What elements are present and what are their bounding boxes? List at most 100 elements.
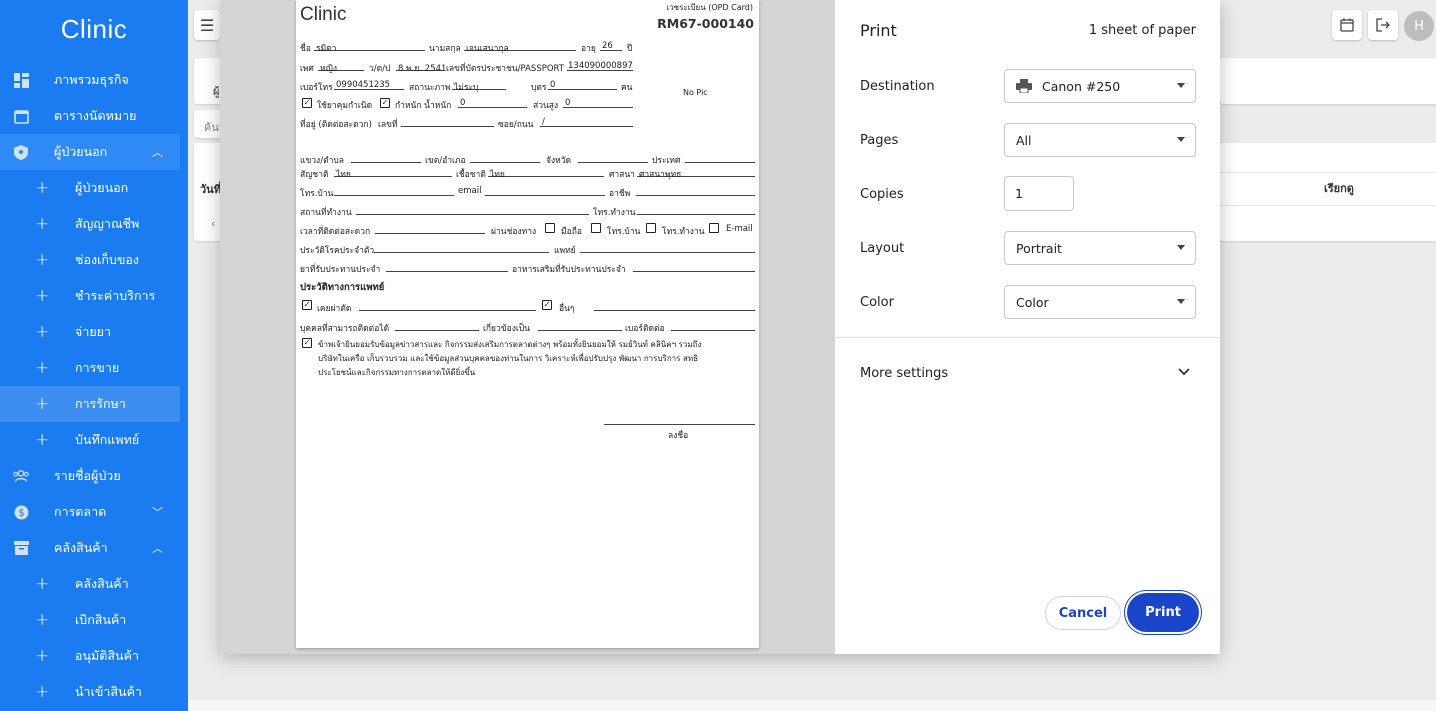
sidebar-item-inventory-group[interactable]: คลังสินค้า ︿ [0, 530, 180, 566]
color-label: Color [860, 295, 894, 310]
field-label: ประเทศ [652, 156, 681, 166]
color-select[interactable]: Color [1004, 285, 1196, 319]
sidebar-item-vital-signs[interactable]: + สัญญาณชีพ [0, 206, 180, 242]
sidebar-item-outpatient-group[interactable]: ผู้ป่วยนอก ︿ [0, 134, 180, 170]
field-value: 0 [460, 98, 466, 108]
more-settings-toggle[interactable]: More settings [860, 366, 948, 381]
checkbox-unchecked [709, 223, 719, 233]
chevron-up-icon: ︿ [152, 146, 163, 159]
pages-select[interactable]: All [1004, 123, 1196, 157]
sheet-count: 1 sheet of paper [1088, 23, 1196, 38]
field-value: หญิง [320, 64, 337, 74]
sidebar-item-label: ผู้ป่วยนอก [75, 180, 129, 195]
checkbox-checked: ✓ [380, 98, 390, 108]
consent-text: ประโยชน์และกิจกรรมทางการตลาดให้ดียิ่งขึ้… [318, 368, 476, 377]
plus-icon: + [35, 286, 50, 306]
field-label: ชื่อ [300, 44, 311, 54]
sidebar-item-label: คลังสินค้า [75, 576, 129, 591]
field-label: ว/ด/ป [369, 64, 391, 74]
field-label: เลขที่ [378, 120, 398, 130]
layout-label: Layout [860, 241, 905, 256]
plus-icon: + [35, 610, 50, 630]
checkbox-unchecked [646, 223, 656, 233]
sidebar-item-label: ผู้ป่วยนอก [54, 144, 108, 159]
sidebar-item-label: ชำระค่าบริการ [75, 288, 156, 303]
calendar-icon[interactable] [1332, 10, 1362, 40]
sidebar-item-withdraw[interactable]: + เบิกสินค้า [0, 602, 180, 638]
sidebar-item-label: นำเข้าสินค้า [75, 684, 142, 699]
background-col-view: เรียกดู [1324, 182, 1354, 195]
destination-select[interactable]: Canon #250 [1004, 69, 1196, 103]
signature-label: ลงชื่อ [668, 431, 689, 441]
field-label: อาหารเสริมที่รับประทานประจำ [512, 265, 626, 275]
copies-label: Copies [860, 187, 904, 202]
field-value: 134090000897 [568, 61, 633, 71]
sidebar-item-sales[interactable]: + การขาย [0, 350, 180, 386]
field-label: อาชีพ [609, 189, 631, 199]
dollar-icon: $ [13, 504, 29, 520]
field-line [401, 117, 494, 127]
plus-icon: + [35, 646, 50, 666]
chevron-down-icon[interactable] [1178, 365, 1190, 379]
sidebar-item-approve[interactable]: + อนุมัติสินค้า [0, 638, 180, 674]
avatar[interactable]: H [1404, 11, 1434, 41]
cancel-button[interactable]: Cancel [1045, 596, 1121, 630]
field-label: เคยผ่าตัด [317, 304, 352, 314]
field-line [633, 262, 755, 272]
field-line [636, 186, 755, 196]
sidebar-item-dispense[interactable]: + จ่ายยา [0, 314, 180, 350]
logout-icon[interactable] [1368, 10, 1398, 40]
field-label: เลขที่บัตรประชาชน/PASSPORT [446, 64, 565, 74]
field-label: โทร.ทำงาน [593, 208, 636, 218]
field-value: ไทย [336, 170, 351, 180]
sidebar-item-label: เบิกสินค้า [75, 612, 127, 627]
checkbox-checked: ✓ [302, 300, 312, 310]
preview-page: Clinic เวชระเบียน (OPD Card) RM67-000140… [296, 0, 759, 648]
print-title: Print [860, 21, 897, 40]
brand-logo: Clinic [60, 13, 128, 44]
sidebar-item-label: จ่ายยา [75, 324, 112, 339]
plus-icon: + [35, 394, 50, 414]
field-value: ไทย [490, 170, 505, 180]
sidebar: Clinic ภาพรวมธุรกิจ ตารางนัดหมาย ผู้ป่วย… [0, 0, 188, 711]
sidebar-item-outpatient[interactable]: + ผู้ป่วยนอก [0, 170, 180, 206]
sidebar-item-appointments[interactable]: ตารางนัดหมาย [0, 98, 180, 134]
checkbox-checked: ✓ [302, 98, 312, 108]
checkbox-checked: ✓ [302, 338, 312, 348]
field-label: เพศ [300, 64, 314, 74]
field-label: เวลาที่ติดต่อสะดวก [300, 227, 371, 237]
dropdown-arrow-icon [1177, 299, 1185, 304]
copies-input[interactable]: 1 [1004, 176, 1074, 211]
sidebar-item-patient-list[interactable]: รายชื่อผู้ป่วย [0, 458, 180, 494]
sidebar-item-dashboard[interactable]: ภาพรวมธุรกิจ [0, 62, 180, 98]
field-label: จังหวัด [546, 156, 572, 166]
consent-text: บริษัทในเครือ เก็บรวบรวม และใช้ข้อมูลส่ว… [318, 354, 699, 363]
field-label: ซอย/ถนน [498, 120, 534, 130]
field-label: email [458, 186, 482, 196]
sidebar-item-payment[interactable]: + ชำระค่าบริการ [0, 278, 180, 314]
background-col-date: วันที่ [200, 183, 221, 196]
field-line [580, 243, 755, 253]
field-line [351, 153, 421, 163]
dropdown-arrow-icon [1177, 137, 1185, 142]
chevron-down-icon: ﹀ [152, 506, 163, 519]
layout-select[interactable]: Portrait [1004, 231, 1196, 265]
background-prev-icon[interactable]: ‹ [211, 217, 215, 230]
sidebar-item-doctor-notes[interactable]: + บันทึกแพทย์ [0, 422, 180, 458]
sidebar-item-marketing[interactable]: $ การตลาด ﹀ [0, 494, 180, 530]
print-button[interactable]: Print [1127, 593, 1199, 632]
field-label: ใช้ยาคุมกำเนิด [317, 101, 373, 111]
background-table-divider [1220, 172, 1436, 173]
sidebar-item-inventory[interactable]: + คลังสินค้า [0, 566, 180, 602]
people-icon [13, 468, 29, 484]
field-label: บุตร [531, 83, 547, 93]
field-line [375, 224, 485, 234]
sidebar-item-locker[interactable]: + ช่องเก็บของ [0, 242, 180, 278]
field-line [563, 98, 633, 108]
sidebar-item-treatment[interactable]: + การรักษา [0, 386, 180, 422]
sidebar-item-import[interactable]: + นำเข้าสินค้า [0, 674, 180, 710]
menu-icon[interactable]: ☰ [194, 10, 220, 40]
sidebar-item-label: ช่องเก็บของ [75, 252, 140, 267]
field-value: / [542, 117, 545, 127]
chevron-up-icon: ︿ [152, 542, 163, 555]
